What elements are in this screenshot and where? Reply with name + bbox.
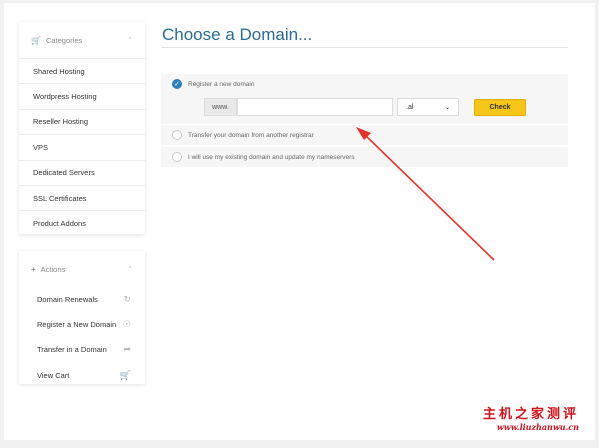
check-button[interactable]: Check: [474, 98, 526, 116]
categories-panel: 🛒 Categories ⌃ Shared Hosting Wordpress …: [19, 22, 145, 234]
cart-icon: 🛒: [119, 369, 131, 380]
option-register: ✓ Register a new domain www. .al ⌄ Check: [161, 74, 568, 124]
chevron-up-icon[interactable]: ⌃: [127, 36, 133, 44]
actions-title: Actions: [40, 264, 66, 274]
tld-selected-value: .al: [406, 103, 414, 111]
watermark: 主机之家测评 www.liuzhanwu.cn: [483, 403, 579, 432]
watermark-text: 主机之家测评: [482, 407, 579, 422]
category-item-reseller-hosting[interactable]: Reseller Hosting: [19, 108, 145, 134]
category-item-ssl-certificates[interactable]: SSL Certificates: [19, 184, 145, 210]
action-item-label: Register a New Domain: [37, 320, 117, 330]
categories-header[interactable]: 🛒 Categories ⌃: [19, 22, 145, 58]
cart-icon: 🛒: [31, 35, 41, 45]
action-item-label: View Cart: [37, 370, 70, 380]
action-item-domain-renewals[interactable]: Domain Renewals ↻: [19, 287, 145, 312]
refresh-icon: ↻: [123, 294, 131, 305]
option-register-label[interactable]: Register a new domain: [188, 81, 254, 88]
chevron-up-icon[interactable]: ⌃: [127, 265, 133, 273]
option-existing-label[interactable]: I will use my existing domain and update…: [188, 154, 355, 161]
option-existing: I will use my existing domain and update…: [161, 147, 568, 167]
radio-existing[interactable]: [172, 152, 182, 162]
action-item-view-cart[interactable]: View Cart 🛒: [19, 363, 145, 388]
actions-panel: + Actions ⌃ Domain Renewals ↻ Register a…: [19, 251, 145, 384]
tld-select[interactable]: .al ⌄: [397, 98, 459, 116]
share-icon: ➦: [123, 344, 131, 355]
domain-search-row: www. .al ⌄ Check: [204, 98, 526, 116]
action-item-label: Domain Renewals: [37, 295, 98, 305]
www-prefix: www.: [204, 98, 237, 116]
title-divider: [161, 47, 568, 48]
radio-register[interactable]: ✓: [172, 79, 182, 89]
radio-transfer[interactable]: [172, 130, 182, 140]
chevron-down-icon: ⌄: [444, 104, 450, 111]
category-item-shared-hosting[interactable]: Shared Hosting: [19, 58, 145, 83]
globe-icon: ☉: [122, 319, 131, 330]
category-item-wordpress-hosting[interactable]: Wordpress Hosting: [19, 83, 145, 108]
action-item-label: Transfer in a Domain: [37, 345, 107, 355]
category-item-dedicated-servers[interactable]: Dedicated Servers: [19, 159, 145, 185]
action-item-register-domain[interactable]: Register a New Domain ☉: [19, 312, 145, 337]
option-transfer: Transfer your domain from another regist…: [161, 125, 568, 145]
actions-header[interactable]: + Actions ⌃: [19, 251, 145, 287]
option-transfer-label[interactable]: Transfer your domain from another regist…: [188, 132, 314, 139]
page-title: Choose a Domain...: [162, 25, 313, 44]
domain-input[interactable]: [237, 98, 393, 116]
category-item-product-addons[interactable]: Product Addons: [19, 210, 145, 235]
categories-title: Categories: [45, 35, 83, 45]
watermark-url: www.liuzhanwu.cn: [496, 422, 579, 432]
action-item-transfer-domain[interactable]: Transfer in a Domain ➦: [19, 337, 145, 362]
category-item-vps[interactable]: VPS: [19, 134, 145, 159]
plus-icon: +: [31, 264, 36, 274]
